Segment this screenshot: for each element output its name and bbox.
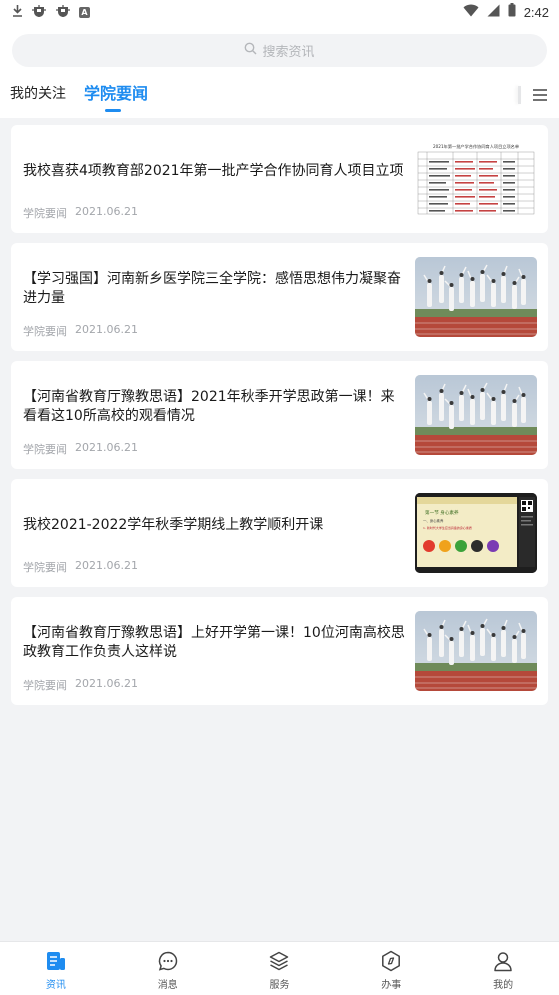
compass-icon: [380, 950, 402, 976]
status-time: 2:42: [523, 4, 549, 20]
tabbar-label: 我的: [493, 980, 514, 991]
article-thumbnail: 2021年第一批产学合作协同育人项目立项名单: [415, 139, 537, 219]
tabbar-label: 资讯: [45, 980, 66, 991]
thumb-slide-title: 第一节 身心素养: [425, 509, 459, 516]
article-title: 我校喜获4项教育部2021年第一批产学合作协同育人项目立项: [23, 163, 404, 179]
article-date: 2021.06.21: [75, 323, 138, 336]
students-photo-image: [415, 611, 537, 691]
layers-icon: [268, 950, 290, 976]
students-photo-image: [415, 257, 537, 337]
article-title: 【学习强国】河南新乡医学院三全学院：感悟思想伟力凝聚奋进力量: [23, 271, 401, 306]
article-thumbnail: [415, 611, 537, 691]
signal-icon: [487, 4, 500, 21]
tabbar-label: 服务: [269, 980, 290, 991]
bug-icon: [55, 4, 71, 21]
tabbar-item-services[interactable]: 服务: [224, 942, 335, 995]
menu-icon[interactable]: [531, 86, 549, 104]
article-title: 【河南省教育厅豫教思语】2021年秋季开学思政第一课！来看看这10所高校的观看情…: [23, 389, 395, 424]
download-icon: [12, 4, 23, 20]
article-card[interactable]: 我校喜获4项教育部2021年第一批产学合作协同育人项目立项 学院要闻 2021.…: [11, 125, 548, 233]
thumb-slide-line: 一、身心素养: [423, 518, 444, 523]
article-thumbnail: [415, 375, 537, 455]
article-date: 2021.06.21: [75, 441, 138, 454]
tabbar-label: 消息: [157, 980, 178, 991]
tabs-scroll-shadow: [518, 86, 521, 104]
article-date: 2021.06.21: [75, 559, 138, 572]
tab-college-news[interactable]: 学院要闻: [84, 82, 148, 106]
status-left-icons: A: [12, 4, 90, 21]
tabbar-label: 办事: [381, 980, 402, 991]
article-card[interactable]: 【学习强国】河南新乡医学院三全学院：感悟思想伟力凝聚奋进力量 学院要闻 2021…: [11, 243, 548, 351]
tabbar-item-news[interactable]: 资讯: [0, 942, 111, 995]
tabbar-item-messages[interactable]: 消息: [112, 942, 223, 995]
thumb-doc-title: 2021年第一批产学合作协同育人项目立项名单: [433, 143, 519, 150]
status-bar: A 2:42: [0, 0, 559, 24]
thumb-slide-line: 1. 新时代大学生应当具备的身心素质: [423, 525, 472, 530]
article-meta: 学院要闻 2021.06.21: [23, 677, 138, 693]
wifi-icon: [463, 4, 479, 21]
active-tab-indicator: [105, 109, 121, 112]
tab-my-follow[interactable]: 我的关注: [10, 82, 66, 106]
tabbar-item-profile[interactable]: 我的: [448, 942, 559, 995]
article-thumbnail: [415, 257, 537, 337]
tabbar-item-affairs[interactable]: 办事: [336, 942, 447, 995]
article-meta: 学院要闻 2021.06.21: [23, 205, 138, 221]
user-icon: [492, 950, 514, 976]
search-input[interactable]: 搜索资讯: [12, 34, 547, 67]
article-category: 学院要闻: [23, 679, 67, 692]
battery-icon: [508, 3, 516, 21]
article-title: 我校2021-2022学年秋季学期线上教学顺利开课: [23, 517, 324, 533]
article-category: 学院要闻: [23, 561, 67, 574]
search-placeholder: 搜索资讯: [262, 45, 315, 60]
article-card[interactable]: 我校2021-2022学年秋季学期线上教学顺利开课 学院要闻 2021.06.2…: [11, 479, 548, 587]
article-meta: 学院要闻 2021.06.21: [23, 559, 138, 575]
bug-icon: [31, 4, 47, 21]
news-icon: [45, 950, 67, 976]
search-icon: [244, 42, 257, 59]
article-title: 【河南省教育厅豫教思语】上好开学第一课！10位河南高校思政教育工作负责人这样说: [23, 625, 405, 660]
article-meta: 学院要闻 2021.06.21: [23, 323, 138, 339]
article-date: 2021.06.21: [75, 205, 138, 218]
article-date: 2021.06.21: [75, 677, 138, 690]
article-category: 学院要闻: [23, 443, 67, 456]
chat-bubble-icon: [157, 950, 179, 976]
article-category: 学院要闻: [23, 207, 67, 220]
students-photo-image: [415, 375, 537, 455]
a-icon: A: [79, 6, 90, 18]
article-meta: 学院要闻 2021.06.21: [23, 441, 138, 457]
article-category: 学院要闻: [23, 325, 67, 338]
article-thumbnail: 第一节 身心素养 一、身心素养 1. 新时代大学生应当具备的身心素质: [415, 493, 537, 573]
bottom-tab-bar: 资讯 消息 服务 办事 我的: [0, 941, 559, 995]
article-card[interactable]: 【河南省教育厅豫教思语】上好开学第一课！10位河南高校思政教育工作负责人这样说 …: [11, 597, 548, 705]
online-class-screenshot: 第一节 身心素养 一、身心素养 1. 新时代大学生应当具备的身心素质: [415, 493, 537, 573]
status-right-icons: 2:42: [463, 3, 549, 21]
category-tabs: 我的关注 学院要闻: [0, 80, 559, 118]
header: 搜索资讯 我的关注 学院要闻: [0, 24, 559, 118]
article-card[interactable]: 【河南省教育厅豫教思语】2021年秋季开学思政第一课！来看看这10所高校的观看情…: [11, 361, 548, 469]
